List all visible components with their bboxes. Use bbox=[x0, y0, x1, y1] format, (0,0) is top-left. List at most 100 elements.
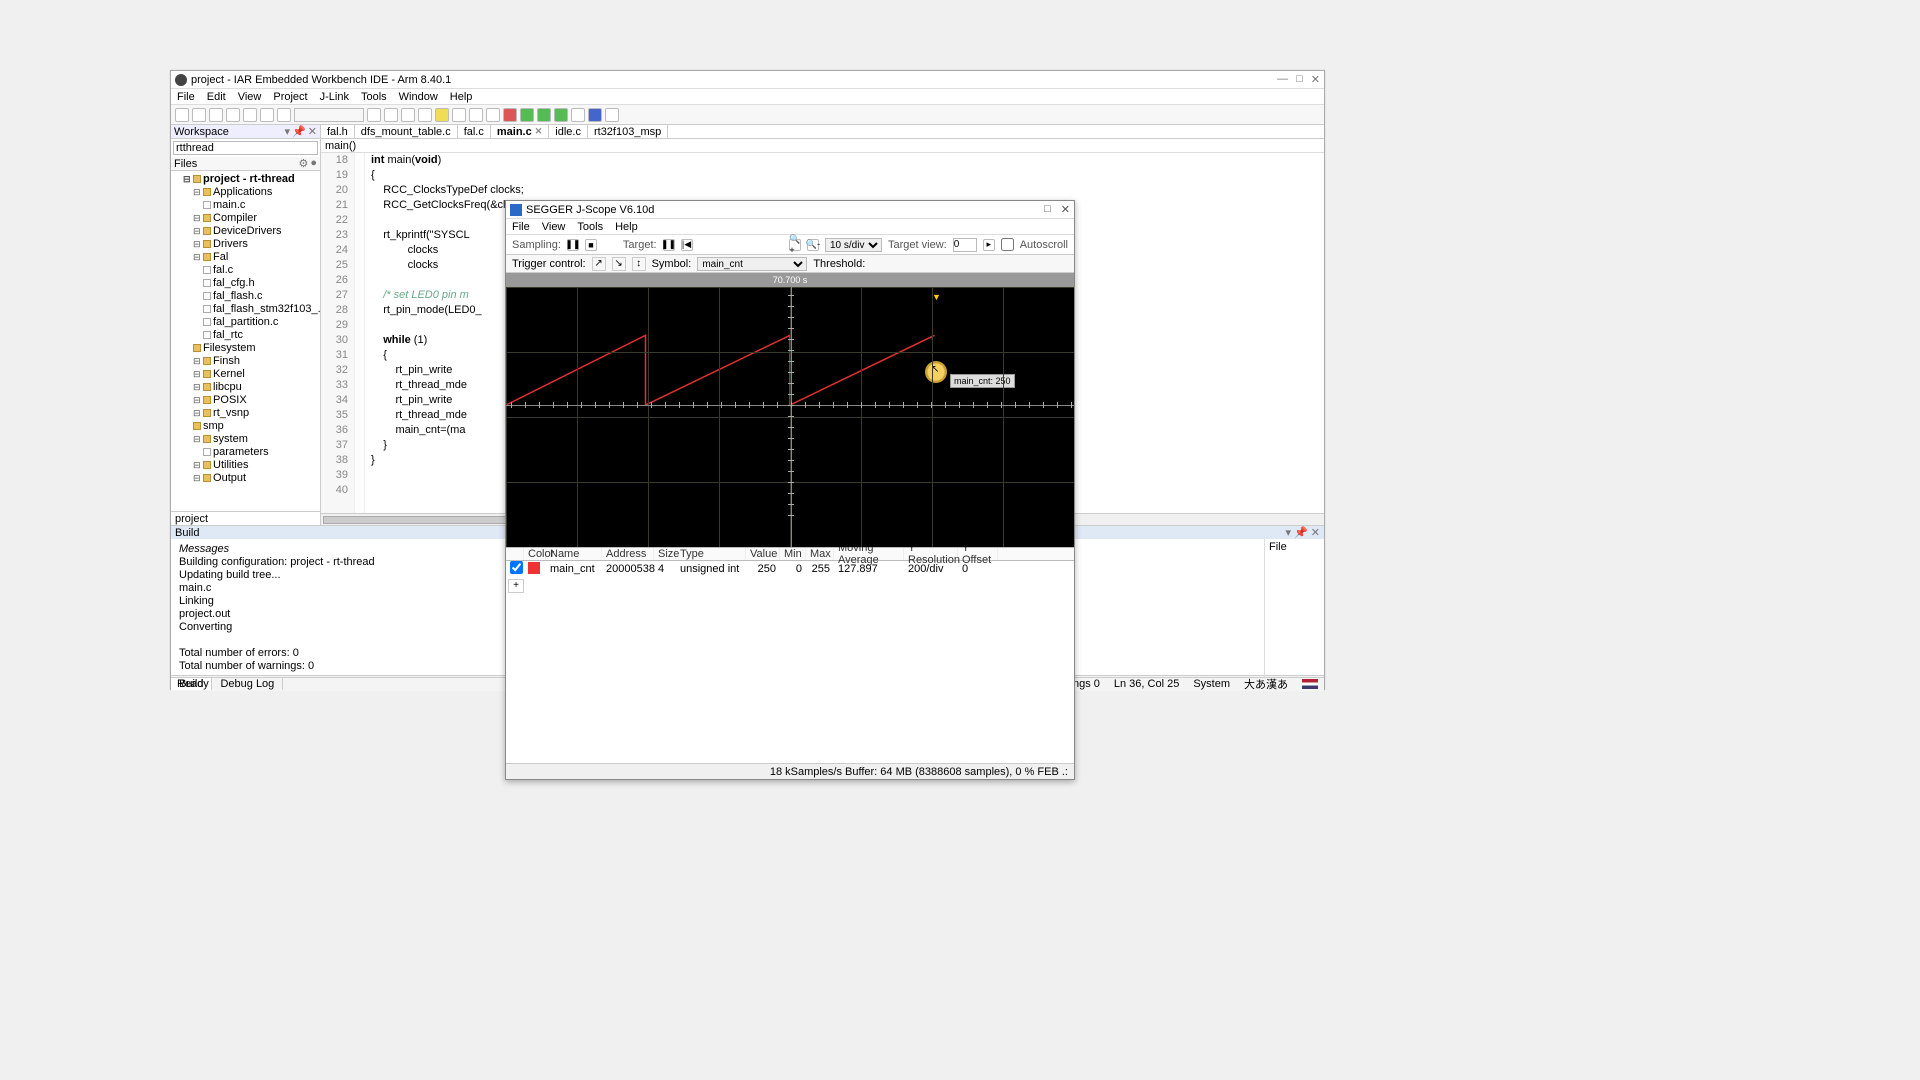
make-icon[interactable] bbox=[486, 108, 500, 122]
menu-edit[interactable]: Edit bbox=[207, 91, 226, 103]
jlink-icon[interactable] bbox=[588, 108, 602, 122]
col-header[interactable]: Address bbox=[602, 548, 654, 560]
trigger-rising-icon[interactable]: ↗ bbox=[592, 257, 606, 271]
tab-close-icon[interactable]: ✕ bbox=[535, 126, 543, 137]
time-div-select[interactable]: 10 s/div bbox=[825, 238, 882, 252]
fold-gutter[interactable] bbox=[355, 153, 365, 513]
settings-icon[interactable] bbox=[605, 108, 619, 122]
tree-node[interactable]: Finsh bbox=[175, 355, 320, 368]
col-header[interactable]: Name bbox=[546, 548, 602, 560]
run-icon[interactable] bbox=[554, 108, 568, 122]
tree-node[interactable]: fal_rtc bbox=[175, 329, 320, 342]
editor-tab[interactable]: main.c✕ bbox=[491, 125, 549, 138]
undo-icon[interactable] bbox=[260, 108, 274, 122]
nav-fwd-icon[interactable] bbox=[452, 108, 466, 122]
nav-back-icon[interactable] bbox=[435, 108, 449, 122]
close-button[interactable]: ✕ bbox=[1311, 73, 1320, 86]
tree-node[interactable]: system bbox=[175, 433, 320, 446]
menu-view[interactable]: View bbox=[238, 91, 262, 103]
next-bookmark-icon[interactable] bbox=[418, 108, 432, 122]
editor-tab[interactable]: rt32f103_msp bbox=[588, 125, 668, 138]
new-file-icon[interactable] bbox=[175, 108, 189, 122]
jscope-close-button[interactable]: ✕ bbox=[1061, 203, 1070, 216]
debug-no-download-icon[interactable] bbox=[537, 108, 551, 122]
print-icon[interactable] bbox=[243, 108, 257, 122]
build-pin-icon[interactable]: 📌 bbox=[1294, 526, 1308, 539]
project-tree[interactable]: project - rt-threadApplicationsmain.cCom… bbox=[171, 171, 320, 511]
tree-node[interactable]: fal_flash.c bbox=[175, 290, 320, 303]
panel-menu-icon[interactable]: ▾ bbox=[285, 125, 291, 138]
function-scope[interactable]: main() bbox=[325, 140, 356, 152]
compile-icon[interactable] bbox=[469, 108, 483, 122]
tree-node[interactable]: fal_flash_stm32f103_... bbox=[175, 303, 320, 316]
language-flag-icon[interactable] bbox=[1302, 679, 1318, 689]
column-opts-icon[interactable]: ⚙ bbox=[298, 157, 308, 170]
pause-icon[interactable]: ❚❚ bbox=[567, 239, 579, 251]
trigger-falling-icon[interactable]: ↘ bbox=[612, 257, 626, 271]
tree-node[interactable]: Applications bbox=[175, 186, 320, 199]
tree-node[interactable]: Filesystem bbox=[175, 342, 320, 355]
tree-node[interactable]: Output bbox=[175, 472, 320, 485]
jscope-maximize-button[interactable]: □ bbox=[1044, 203, 1051, 216]
tree-node[interactable]: DeviceDrivers bbox=[175, 225, 320, 238]
stop-build-icon[interactable] bbox=[503, 108, 517, 122]
panel-close-icon[interactable]: ✕ bbox=[308, 125, 317, 138]
build-menu-icon[interactable]: ▾ bbox=[1286, 526, 1292, 539]
col-header[interactable]: Type bbox=[676, 548, 746, 560]
tree-node[interactable]: main.c bbox=[175, 199, 320, 212]
search-box[interactable] bbox=[294, 108, 364, 122]
color-swatch[interactable] bbox=[528, 562, 540, 574]
tree-node[interactable]: fal_partition.c bbox=[175, 316, 320, 329]
editor-tab[interactable]: dfs_mount_table.c bbox=[355, 125, 458, 138]
tree-node[interactable]: rt_vsnp bbox=[175, 407, 320, 420]
menu-project[interactable]: Project bbox=[273, 91, 307, 103]
pin-icon[interactable]: 📌 bbox=[292, 125, 306, 138]
add-row-button[interactable]: + bbox=[508, 579, 524, 593]
minimize-button[interactable]: — bbox=[1277, 73, 1288, 86]
jscope-menu-view[interactable]: View bbox=[542, 221, 566, 233]
tree-node[interactable]: Utilities bbox=[175, 459, 320, 472]
save-icon[interactable] bbox=[209, 108, 223, 122]
stop-icon[interactable]: ■ bbox=[585, 239, 597, 251]
build-close-icon[interactable]: ✕ bbox=[1311, 526, 1320, 539]
jscope-menu-tools[interactable]: Tools bbox=[577, 221, 603, 233]
row-visible-checkbox[interactable] bbox=[510, 561, 523, 574]
symbol-select[interactable]: main_cnt bbox=[697, 257, 807, 271]
build-tab[interactable]: Debug Log bbox=[212, 678, 283, 690]
open-file-icon[interactable] bbox=[192, 108, 206, 122]
target-view-step-icon[interactable]: ▸ bbox=[983, 239, 995, 251]
redo-icon[interactable] bbox=[277, 108, 291, 122]
menu-file[interactable]: File bbox=[177, 91, 195, 103]
download-debug-icon[interactable] bbox=[520, 108, 534, 122]
col-header[interactable] bbox=[506, 548, 524, 560]
maximize-button[interactable]: □ bbox=[1296, 73, 1303, 86]
cursor-marker[interactable] bbox=[925, 361, 947, 383]
menu-j-link[interactable]: J-Link bbox=[320, 91, 349, 103]
jscope-menu-help[interactable]: Help bbox=[615, 221, 638, 233]
tree-node[interactable]: smp bbox=[175, 420, 320, 433]
col-header[interactable]: Size bbox=[654, 548, 676, 560]
tree-node[interactable]: libcpu bbox=[175, 381, 320, 394]
iar-titlebar[interactable]: project - IAR Embedded Workbench IDE - A… bbox=[171, 71, 1324, 89]
find-icon[interactable] bbox=[367, 108, 381, 122]
target-view-input[interactable] bbox=[953, 238, 977, 252]
col-header[interactable]: Y Offset bbox=[958, 548, 998, 560]
column-flag-icon[interactable]: ● bbox=[310, 157, 317, 170]
jscope-titlebar[interactable]: SEGGER J-Scope V6.10d □ ✕ bbox=[506, 201, 1074, 219]
tree-node[interactable]: Drivers bbox=[175, 238, 320, 251]
col-header[interactable]: Value bbox=[746, 548, 780, 560]
menu-window[interactable]: Window bbox=[399, 91, 438, 103]
menu-tools[interactable]: Tools bbox=[361, 91, 387, 103]
prev-bookmark-icon[interactable] bbox=[401, 108, 415, 122]
target-pause-icon[interactable]: ❚❚ bbox=[663, 239, 675, 251]
col-header[interactable]: Color bbox=[524, 548, 546, 560]
config-combo[interactable]: rtthread bbox=[173, 141, 318, 155]
tree-node[interactable]: fal_cfg.h bbox=[175, 277, 320, 290]
tree-node[interactable]: Kernel bbox=[175, 368, 320, 381]
break-icon[interactable] bbox=[571, 108, 585, 122]
col-header[interactable]: Max bbox=[806, 548, 834, 560]
editor-tab[interactable]: fal.h bbox=[321, 125, 355, 138]
menu-help[interactable]: Help bbox=[450, 91, 473, 103]
table-row[interactable]: main_cnt 20000538 4 unsigned int 250 0 2… bbox=[506, 561, 1074, 577]
tree-node[interactable]: Compiler bbox=[175, 212, 320, 225]
